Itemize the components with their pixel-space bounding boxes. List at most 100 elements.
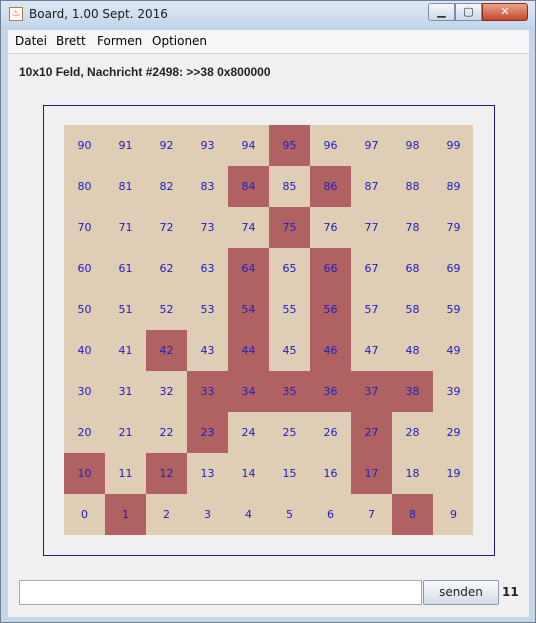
menu-brett[interactable]: Brett	[56, 34, 86, 48]
board-cell-47[interactable]: 47	[351, 330, 392, 371]
board-cell-19[interactable]: 19	[433, 453, 474, 494]
board-cell-45[interactable]: 45	[269, 330, 310, 371]
board-cell-66[interactable]: 66	[310, 248, 351, 289]
board-cell-27[interactable]: 27	[351, 412, 392, 453]
board-cell-87[interactable]: 87	[351, 166, 392, 207]
board-cell-30[interactable]: 30	[64, 371, 105, 412]
title-bar[interactable]: ♨ Board, 1.00 Sept. 2016 ▁ ▢ ✕	[1, 1, 535, 29]
board-cell-90[interactable]: 90	[64, 125, 105, 166]
board-cell-29[interactable]: 29	[433, 412, 474, 453]
maximize-button[interactable]: ▢	[455, 3, 482, 21]
minimize-button[interactable]: ▁	[428, 3, 455, 21]
board-cell-83[interactable]: 83	[187, 166, 228, 207]
board-cell-49[interactable]: 49	[433, 330, 474, 371]
board-cell-9[interactable]: 9	[433, 494, 474, 535]
board-cell-77[interactable]: 77	[351, 207, 392, 248]
board-cell-61[interactable]: 61	[105, 248, 146, 289]
board-cell-28[interactable]: 28	[392, 412, 433, 453]
board-cell-26[interactable]: 26	[310, 412, 351, 453]
board-cell-4[interactable]: 4	[228, 494, 269, 535]
board-cell-56[interactable]: 56	[310, 289, 351, 330]
board-cell-36[interactable]: 36	[310, 371, 351, 412]
board-cell-11[interactable]: 11	[105, 453, 146, 494]
board-cell-72[interactable]: 72	[146, 207, 187, 248]
board-cell-16[interactable]: 16	[310, 453, 351, 494]
board-cell-84[interactable]: 84	[228, 166, 269, 207]
board-cell-10[interactable]: 10	[64, 453, 105, 494]
board-cell-85[interactable]: 85	[269, 166, 310, 207]
board-cell-74[interactable]: 74	[228, 207, 269, 248]
board-cell-39[interactable]: 39	[433, 371, 474, 412]
board-cell-12[interactable]: 12	[146, 453, 187, 494]
board-cell-17[interactable]: 17	[351, 453, 392, 494]
board-cell-92[interactable]: 92	[146, 125, 187, 166]
menu-optionen[interactable]: Optionen	[152, 34, 207, 48]
board-cell-43[interactable]: 43	[187, 330, 228, 371]
board-cell-75[interactable]: 75	[269, 207, 310, 248]
board-cell-8[interactable]: 8	[392, 494, 433, 535]
board-cell-98[interactable]: 98	[392, 125, 433, 166]
board-cell-67[interactable]: 67	[351, 248, 392, 289]
board-cell-53[interactable]: 53	[187, 289, 228, 330]
board-cell-59[interactable]: 59	[433, 289, 474, 330]
board-cell-44[interactable]: 44	[228, 330, 269, 371]
board-cell-32[interactable]: 32	[146, 371, 187, 412]
board-cell-78[interactable]: 78	[392, 207, 433, 248]
board-cell-55[interactable]: 55	[269, 289, 310, 330]
board-cell-31[interactable]: 31	[105, 371, 146, 412]
board-cell-93[interactable]: 93	[187, 125, 228, 166]
board-cell-22[interactable]: 22	[146, 412, 187, 453]
board-cell-88[interactable]: 88	[392, 166, 433, 207]
board-cell-96[interactable]: 96	[310, 125, 351, 166]
menu-formen[interactable]: Formen	[97, 34, 142, 48]
board-cell-65[interactable]: 65	[269, 248, 310, 289]
board-cell-42[interactable]: 42	[146, 330, 187, 371]
menu-datei[interactable]: Datei	[15, 34, 47, 48]
board-cell-54[interactable]: 54	[228, 289, 269, 330]
board-cell-15[interactable]: 15	[269, 453, 310, 494]
send-button[interactable]: senden	[423, 580, 499, 605]
board-cell-24[interactable]: 24	[228, 412, 269, 453]
board-cell-64[interactable]: 64	[228, 248, 269, 289]
board-cell-21[interactable]: 21	[105, 412, 146, 453]
board-cell-95[interactable]: 95	[269, 125, 310, 166]
board-cell-2[interactable]: 2	[146, 494, 187, 535]
board-cell-14[interactable]: 14	[228, 453, 269, 494]
board-cell-62[interactable]: 62	[146, 248, 187, 289]
board-cell-23[interactable]: 23	[187, 412, 228, 453]
board-cell-35[interactable]: 35	[269, 371, 310, 412]
board-cell-13[interactable]: 13	[187, 453, 228, 494]
board-cell-81[interactable]: 81	[105, 166, 146, 207]
board-cell-7[interactable]: 7	[351, 494, 392, 535]
board-cell-5[interactable]: 5	[269, 494, 310, 535]
board-cell-99[interactable]: 99	[433, 125, 474, 166]
board-cell-38[interactable]: 38	[392, 371, 433, 412]
board-cell-0[interactable]: 0	[64, 494, 105, 535]
board-cell-70[interactable]: 70	[64, 207, 105, 248]
board-cell-51[interactable]: 51	[105, 289, 146, 330]
board-cell-20[interactable]: 20	[64, 412, 105, 453]
board-cell-82[interactable]: 82	[146, 166, 187, 207]
board-cell-40[interactable]: 40	[64, 330, 105, 371]
board-cell-46[interactable]: 46	[310, 330, 351, 371]
board-cell-25[interactable]: 25	[269, 412, 310, 453]
board-cell-89[interactable]: 89	[433, 166, 474, 207]
board-cell-3[interactable]: 3	[187, 494, 228, 535]
board-cell-60[interactable]: 60	[64, 248, 105, 289]
message-input[interactable]	[19, 580, 422, 605]
board-cell-18[interactable]: 18	[392, 453, 433, 494]
board-cell-71[interactable]: 71	[105, 207, 146, 248]
board-cell-91[interactable]: 91	[105, 125, 146, 166]
board-cell-69[interactable]: 69	[433, 248, 474, 289]
board-cell-58[interactable]: 58	[392, 289, 433, 330]
board-cell-79[interactable]: 79	[433, 207, 474, 248]
board-cell-1[interactable]: 1	[105, 494, 146, 535]
board-cell-48[interactable]: 48	[392, 330, 433, 371]
message-text-field[interactable]	[20, 581, 421, 604]
board-cell-86[interactable]: 86	[310, 166, 351, 207]
board-cell-50[interactable]: 50	[64, 289, 105, 330]
board-cell-57[interactable]: 57	[351, 289, 392, 330]
board-cell-94[interactable]: 94	[228, 125, 269, 166]
board-cell-76[interactable]: 76	[310, 207, 351, 248]
board-cell-68[interactable]: 68	[392, 248, 433, 289]
